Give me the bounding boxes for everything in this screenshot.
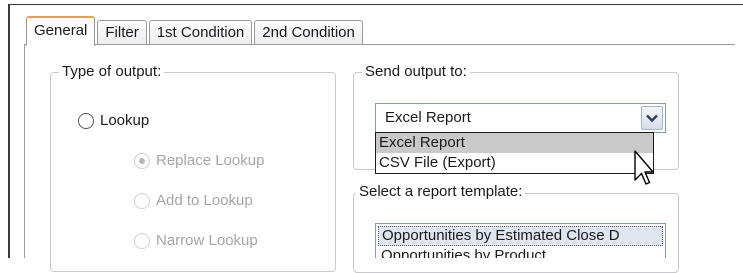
dropdown-option-excel-report[interactable]: Excel Report bbox=[376, 133, 653, 153]
tab-2nd-condition[interactable]: 2nd Condition bbox=[254, 20, 363, 46]
list-item[interactable]: Opportunities by Estimated Close D bbox=[378, 226, 663, 246]
replace-lookup-label: Replace Lookup bbox=[156, 152, 265, 169]
send-output-combobox[interactable]: Excel Report bbox=[375, 103, 666, 133]
chevron-down-icon[interactable] bbox=[641, 106, 663, 130]
lookup-radio[interactable]: Lookup bbox=[78, 112, 149, 129]
send-output-title: Send output to: bbox=[362, 63, 470, 80]
list-item[interactable]: Opportunities by Product bbox=[376, 246, 665, 258]
radio-icon bbox=[78, 112, 94, 129]
replace-lookup-radio[interactable]: Replace Lookup bbox=[134, 152, 264, 169]
radio-icon bbox=[134, 192, 150, 209]
lookup-label: Lookup bbox=[100, 112, 150, 129]
narrow-lookup-radio[interactable]: Narrow Lookup bbox=[134, 232, 258, 249]
tab-general[interactable]: General bbox=[26, 16, 96, 46]
tab-filter[interactable]: Filter bbox=[97, 20, 147, 46]
report-template-title: Select a report template: bbox=[356, 183, 526, 200]
tab-bar: General Filter 1st Condition 2nd Conditi… bbox=[26, 14, 365, 46]
report-template-listbox[interactable]: Opportunities by Estimated Close D Oppor… bbox=[375, 223, 666, 258]
radio-selected-icon bbox=[134, 152, 150, 169]
add-to-lookup-label: Add to Lookup bbox=[156, 192, 253, 209]
send-output-dropdown-list: Excel Report CSV File (Export) bbox=[375, 132, 654, 174]
narrow-lookup-label: Narrow Lookup bbox=[156, 232, 258, 249]
tab-1st-condition[interactable]: 1st Condition bbox=[148, 20, 253, 46]
dropdown-option-csv-file[interactable]: CSV File (Export) bbox=[376, 153, 653, 173]
send-output-selected-value: Excel Report bbox=[385, 109, 471, 126]
add-to-lookup-radio[interactable]: Add to Lookup bbox=[134, 192, 253, 209]
type-of-output-title: Type of output: bbox=[59, 63, 165, 80]
radio-icon bbox=[134, 232, 150, 249]
mouse-cursor-icon bbox=[634, 150, 654, 185]
